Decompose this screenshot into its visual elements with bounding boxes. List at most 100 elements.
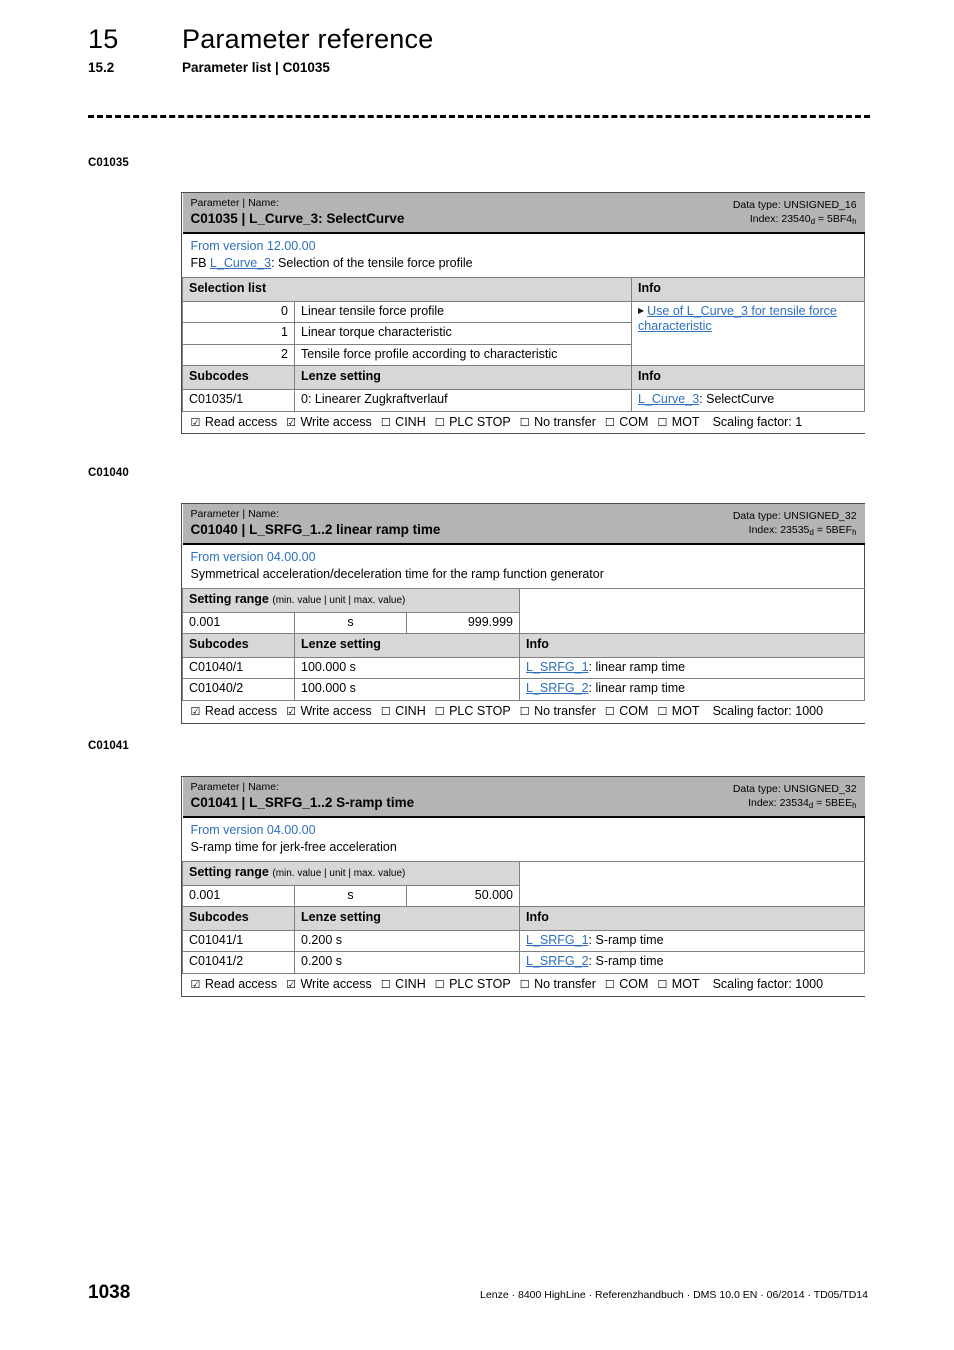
subcodes-header: Subcodes	[182, 633, 295, 658]
description-text: Symmetrical acceleration/deceleration ti…	[190, 567, 604, 582]
cinh-flag: ☐ CINH	[380, 977, 426, 992]
checkbox-unchecked-icon: ☐	[380, 706, 391, 719]
triangle-bullet-icon: ▶	[638, 306, 645, 316]
checkbox-unchecked-icon: ☐	[380, 416, 391, 429]
com-flag: ☐ COM	[604, 704, 649, 719]
selection-text: Linear tensile force profile	[294, 300, 632, 324]
selection-text: Tensile force profile according to chara…	[294, 343, 632, 367]
checkbox-unchecked-icon: ☐	[657, 416, 668, 429]
setting-range-header: Setting range (min. value | unit | max. …	[182, 860, 520, 886]
description-text: S-ramp time for jerk-free acceleration	[190, 840, 397, 855]
table-title-band: Parameter | Name: C01040 | L_SRFG_1..2 l…	[182, 504, 865, 545]
table-title-band-row: Parameter | Name: C01041 | L_SRFG_1..2 S…	[182, 777, 865, 818]
description-cell: From version 04.00.00 Symmetrical accele…	[182, 543, 865, 589]
header-divider	[88, 115, 870, 118]
access-rights: ☑ Read access ☑ Write access ☐ CINH ☐ PLC S…	[182, 700, 865, 723]
scaling-factor: Scaling factor: 1000	[712, 977, 824, 992]
band-parameter-name: C01040 | L_SRFG_1..2 linear ramp time	[190, 521, 441, 537]
description-row: From version 04.00.00 Symmetrical accele…	[182, 543, 865, 589]
scaling-factor: Scaling factor: 1	[712, 414, 803, 429]
com-flag: ☐ COM	[604, 977, 649, 992]
lenze-setting-header: Lenze setting	[294, 906, 520, 931]
max-value: 999.999	[406, 611, 520, 635]
band-caption: Parameter | Name:	[190, 508, 280, 520]
subcode-info: L_SRFG_1: linear ramp time	[518, 656, 866, 680]
table-title-band: Parameter | Name: C01035 | L_Curve_3: Se…	[182, 193, 865, 234]
access-rights: ☑ Read access ☑ Write access ☐ CINH ☐ PLC S…	[182, 410, 865, 434]
table-row: 0 Linear tensile force profile ▶ Use of L…	[182, 300, 866, 367]
subcode-setting: 0.200 s	[294, 929, 520, 953]
lenze-setting-header: Lenze setting	[294, 365, 632, 391]
parameter-table-c01035: Parameter | Name: C01035 | L_Curve_3: Se…	[181, 192, 866, 435]
index-value: Index: 23535d = 5BEFh	[748, 524, 857, 538]
data-type: Data type: UNSIGNED_16	[732, 199, 857, 211]
unit-value: s	[294, 611, 407, 635]
setting-range-header-row: Setting range (min. value | unit | max. …	[182, 860, 865, 886]
from-version: From version 04.00.00	[190, 549, 316, 564]
data-type: Data type: UNSIGNED_32	[732, 783, 857, 795]
read-access: ☑ Read access	[190, 414, 278, 429]
checkbox-unchecked-icon: ☐	[604, 706, 615, 719]
checkbox-unchecked-icon: ☐	[434, 706, 445, 719]
checkbox-unchecked-icon: ☐	[434, 979, 445, 992]
setting-range-blank	[518, 861, 865, 886]
checkbox-unchecked-icon: ☐	[604, 979, 615, 992]
subcode-info: L_SRFG_2: linear ramp time	[518, 678, 866, 702]
selection-info-cell: ▶ Use of L_Curve_3 for tensile force char…	[630, 300, 866, 367]
selection-header-row: Selection list Info	[182, 276, 866, 302]
lenze-setting-header: Lenze setting	[294, 633, 520, 658]
read-access: ☑ Read access	[190, 977, 278, 992]
access-rights: ☑ Read access ☑ Write access ☐ CINH ☐ PLC S…	[182, 973, 865, 996]
selection-value: 2	[182, 343, 295, 367]
setting-range-blank	[518, 612, 865, 634]
subcode-code: C01035/1	[182, 389, 295, 412]
subcode-info-link[interactable]: L_Curve_3	[638, 392, 699, 406]
index-value: Index: 23540d = 5BF4h	[749, 213, 857, 227]
info-header: Info	[630, 276, 866, 302]
subcodes-header: Subcodes	[182, 906, 295, 931]
table-row: C01040/2 100.000 s L_SRFG_2: linear ramp…	[182, 678, 866, 702]
subcode-info-link[interactable]: L_SRFG_2	[526, 954, 589, 968]
subcode-setting: 0: Linearer Zugkraftverlauf	[294, 389, 632, 412]
margin-label-c01041: C01041	[88, 740, 129, 752]
subcodes-header: Subcodes	[182, 365, 295, 391]
cinh-flag: ☐ CINH	[380, 704, 426, 719]
subcode-info-header: Info	[518, 906, 866, 931]
fb-link[interactable]: L_Curve_3	[210, 256, 271, 270]
table-row: 0.001 s 999.999	[182, 611, 865, 635]
page-number: 1038	[88, 1282, 131, 1303]
unit-value: s	[294, 884, 407, 908]
section-number: 15.2	[88, 60, 115, 75]
section-title: Parameter list | C01035	[182, 60, 330, 75]
cinh-flag: ☐ CINH	[380, 414, 426, 429]
subcode-info-link[interactable]: L_SRFG_1	[526, 660, 589, 674]
margin-label-c01040: C01040	[88, 467, 129, 479]
checkbox-checked-icon: ☑	[190, 706, 201, 719]
table-row: C01035/1 0: Linearer Zugkraftverlauf L_C…	[182, 389, 866, 412]
subcode-setting: 100.000 s	[294, 678, 520, 702]
subcode-info: L_Curve_3: SelectCurve	[630, 389, 866, 412]
checkbox-unchecked-icon: ☐	[519, 979, 530, 992]
subcode-info-header: Info	[630, 365, 866, 391]
info-link[interactable]: Use of L_Curve_3 for tensile force chara…	[638, 304, 837, 334]
chapter-title: Parameter reference	[182, 24, 434, 54]
subcode-info-link[interactable]: L_SRFG_2	[526, 681, 589, 695]
checkbox-unchecked-icon: ☐	[519, 416, 530, 429]
subcode-code: C01041/2	[182, 951, 295, 975]
description-text: FB L_Curve_3: Selection of the tensile f…	[190, 256, 473, 271]
setting-range-blank	[518, 885, 865, 907]
subcode-info-link[interactable]: L_SRFG_1	[526, 933, 589, 947]
checkbox-checked-icon: ☑	[286, 416, 296, 429]
checkbox-unchecked-icon: ☐	[519, 706, 530, 719]
section-heading: 15.2 Parameter list | C01035	[88, 60, 878, 75]
max-value: 50.000	[406, 884, 520, 908]
description-cell: From version 04.00.00 S-ramp time for je…	[182, 816, 865, 862]
plc-stop-flag: ☐ PLC STOP	[434, 414, 511, 429]
checkbox-checked-icon: ☑	[190, 979, 201, 992]
from-version: From version 12.00.00	[190, 238, 316, 253]
plc-stop-flag: ☐ PLC STOP	[434, 977, 511, 992]
min-value: 0.001	[182, 884, 295, 908]
checkbox-unchecked-icon: ☐	[657, 979, 668, 992]
subcodes-header-row: Subcodes Lenze setting Info	[182, 365, 866, 391]
mot-flag: ☐ MOT	[657, 414, 700, 429]
